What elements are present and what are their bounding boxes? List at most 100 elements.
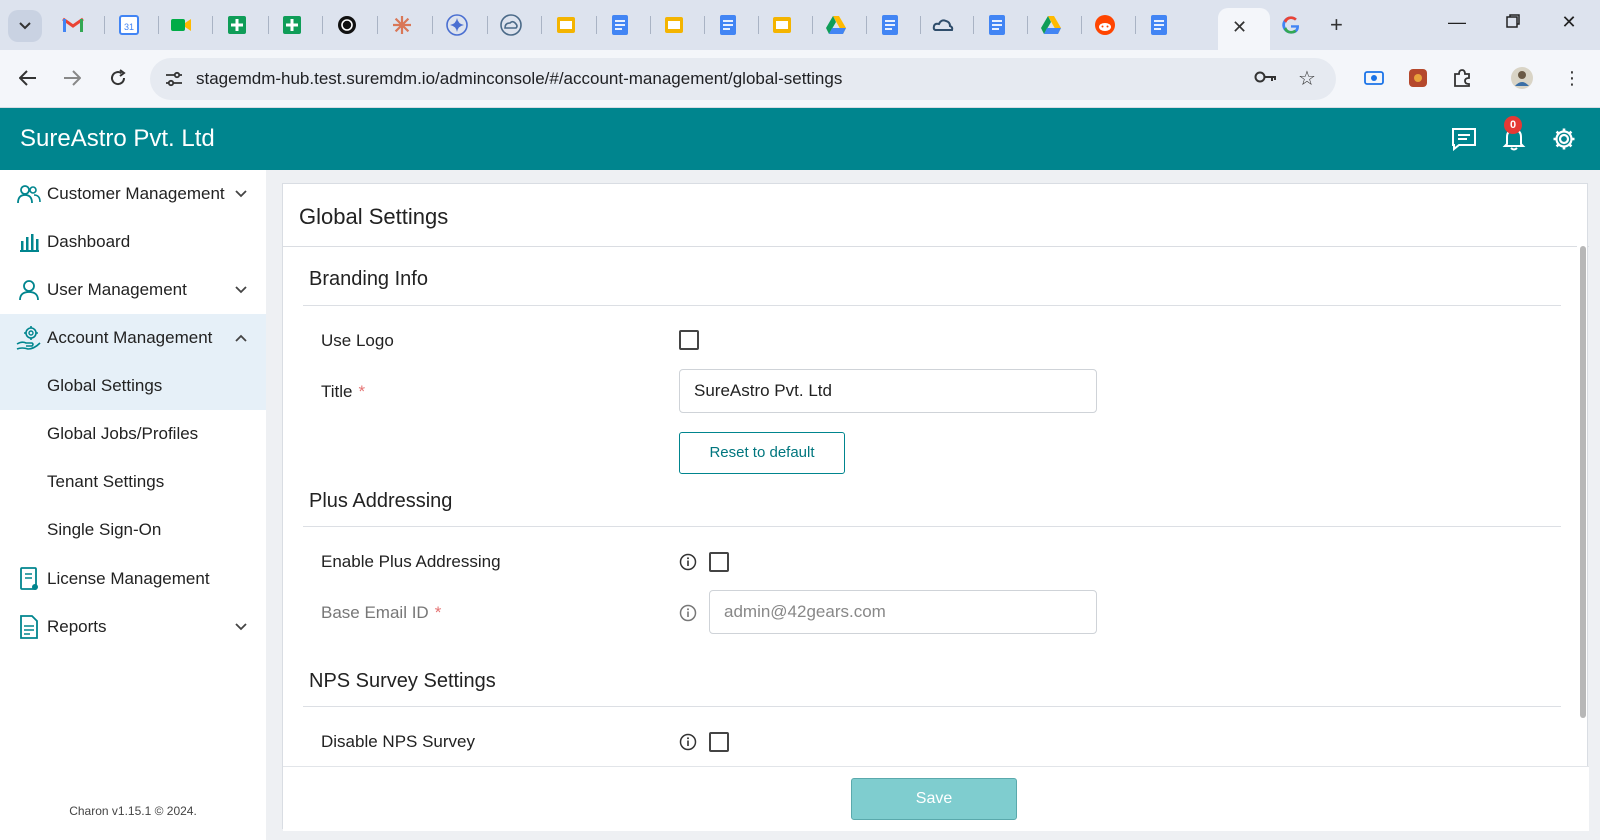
divider [303,305,1561,306]
disable-nps-survey-label: Disable NPS Survey [321,732,476,751]
meet-icon[interactable] [170,14,192,36]
sidebar-item-account-management[interactable]: Account Management [0,314,266,362]
docs-icon[interactable] [1148,14,1170,36]
title-label-text: Title [321,382,353,401]
close-window-icon[interactable]: ✕ [1554,12,1584,33]
enable-plus-addressing-checkbox[interactable] [709,552,729,572]
slides-icon[interactable] [663,14,685,36]
base-email-input[interactable]: admin@42gears.com [709,590,1097,634]
sheets-icon[interactable] [226,14,248,36]
sidebar: Customer Management Dashboard User Manag… [0,170,266,840]
enable-plus-addressing-label: Enable Plus Addressing [321,552,501,571]
cloud-icon[interactable] [500,14,522,36]
version-footer: Charon v1.15.1 © 2024. [69,804,197,818]
divider [283,246,1589,247]
sidebar-item-customer-management[interactable]: Customer Management [0,170,266,218]
docs-icon[interactable] [717,14,739,36]
sidebar-item-reports[interactable]: Reports [0,603,266,651]
base-email-label: Base Email ID * [321,603,441,623]
browser-tab-strip: 31 ✕ + — ✕ [0,0,1600,50]
claude-icon[interactable] [391,14,413,36]
required-mark: * [358,382,366,401]
back-icon[interactable] [16,66,40,90]
drive-icon[interactable] [1040,14,1062,36]
calendar-icon[interactable]: 31 [118,14,140,36]
base-email-label-text: Base Email ID [321,603,429,622]
sidebar-item-label: Global Settings [47,376,163,395]
screen-cast-icon[interactable] [1362,66,1386,90]
notification-badge: 0 [1504,116,1522,134]
profile-avatar[interactable] [1510,66,1534,90]
users-icon [16,181,42,207]
divider [303,526,1561,527]
info-icon[interactable] [679,604,697,622]
gmail-icon[interactable] [62,14,84,36]
slides-icon[interactable] [771,14,793,36]
svg-text:31: 31 [124,22,134,32]
settings-gear-icon[interactable] [1550,125,1578,153]
disable-nps-survey-checkbox[interactable] [709,732,729,752]
page-title: Global Settings [299,204,449,229]
chevron-up-icon [235,334,247,342]
active-tab[interactable]: ✕ [1218,8,1270,50]
docs-icon[interactable] [609,14,631,36]
chat-icon[interactable] [1450,125,1478,153]
sheets-icon[interactable] [281,14,303,36]
sidebar-item-label: Dashboard [47,232,131,251]
reddit-icon[interactable] [1094,14,1116,36]
reset-to-default-button[interactable]: Reset to default [679,432,845,474]
chevron-down-icon [19,22,31,30]
report-icon [16,614,42,640]
close-tab-icon[interactable]: ✕ [1232,17,1247,38]
chevron-down-icon [235,190,247,198]
docs-icon[interactable] [879,14,901,36]
restore-icon[interactable] [1498,12,1528,33]
new-tab-button[interactable]: + [1330,12,1343,38]
sidebar-item-single-sign-on[interactable]: Single Sign-On [0,506,266,554]
slides-icon[interactable] [555,14,577,36]
title-input[interactable]: SureAstro Pvt. Ltd [679,369,1097,413]
sidebar-item-global-settings[interactable]: Global Settings [0,362,266,410]
extensions-puzzle-icon[interactable] [1450,66,1474,90]
sidebar-item-label: Global Jobs/Profiles [47,424,199,443]
sidebar-item-global-jobs-profiles[interactable]: Global Jobs/Profiles [0,410,266,458]
use-logo-checkbox[interactable] [679,330,699,350]
use-logo-label: Use Logo [321,331,394,350]
url-text[interactable]: stagemdm-hub.test.suremdm.io/adminconsol… [196,69,842,89]
browser-menu-icon[interactable]: ⋮ [1560,66,1584,90]
tab-search-button[interactable] [8,10,42,42]
cloud-icon[interactable] [932,14,954,36]
google-icon[interactable] [1280,14,1302,36]
brand-title: SureAstro Pvt. Ltd [20,125,215,152]
info-icon[interactable] [679,733,697,751]
section-heading-plus-addressing: Plus Addressing [309,490,453,512]
sidebar-item-user-management[interactable]: User Management [0,266,266,314]
info-icon[interactable] [679,553,697,571]
sidebar-item-label: User Management [47,280,187,299]
gemini-icon[interactable] [446,14,468,36]
docs-icon[interactable] [986,14,1008,36]
sidebar-item-label: Single Sign-On [47,520,162,539]
site-settings-icon[interactable] [164,69,184,89]
reload-icon[interactable] [106,66,130,90]
drive-icon[interactable] [825,14,847,36]
openai-icon[interactable] [336,14,358,36]
user-icon [16,277,42,303]
extension-badge-icon[interactable] [1406,66,1430,90]
forward-icon[interactable] [60,66,84,90]
bookmark-star-icon[interactable]: ☆ [1298,66,1316,91]
sidebar-item-tenant-settings[interactable]: Tenant Settings [0,458,266,506]
required-mark: * [434,603,442,622]
divider [283,766,1589,767]
chevron-down-icon [235,286,247,294]
minimize-icon[interactable]: — [1442,12,1472,33]
scrollbar-thumb[interactable] [1580,246,1586,718]
section-heading-branding: Branding Info [309,268,428,290]
save-button[interactable]: Save [851,778,1017,820]
license-icon [16,566,42,592]
address-bar[interactable]: stagemdm-hub.test.suremdm.io/adminconsol… [150,58,1336,100]
bar-chart-icon [16,229,42,255]
sidebar-item-dashboard[interactable]: Dashboard [0,218,266,266]
password-key-icon[interactable] [1254,69,1278,90]
sidebar-item-license-management[interactable]: License Management [0,555,266,603]
